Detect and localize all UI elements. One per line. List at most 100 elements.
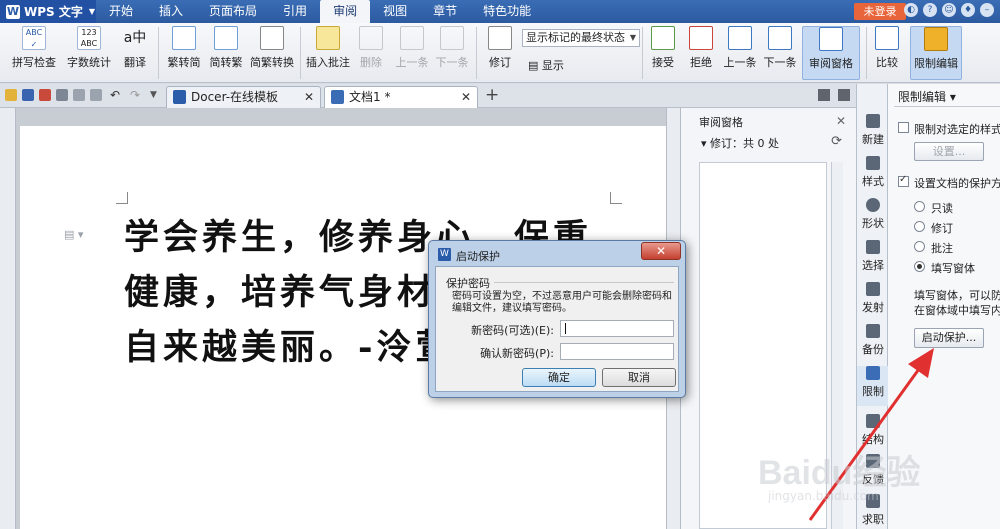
tab-review[interactable]: 审阅 <box>320 0 371 23</box>
tab-section[interactable]: 章节 <box>420 0 470 23</box>
next-revision-button[interactable]: 下一条 <box>762 26 798 80</box>
panel-title[interactable]: 限制编辑 ▾ <box>898 88 956 105</box>
new-password-field[interactable] <box>560 320 674 337</box>
prev-comment-icon <box>400 26 424 50</box>
chevron-down-icon: ▼ <box>88 7 96 16</box>
spell-check-button[interactable]: ABC ✓ 拼写检查 <box>8 26 60 80</box>
tab-features[interactable]: 特色功能 <box>470 0 544 23</box>
chevron-down-icon: ▼ <box>629 33 636 42</box>
close-icon[interactable]: ✕ <box>836 114 846 128</box>
prev-revision-button[interactable]: 上一条 <box>722 26 758 80</box>
tab-page-layout[interactable]: 页面布局 <box>196 0 270 23</box>
select-icon <box>866 240 880 254</box>
help-icon[interactable]: ? <box>923 3 937 17</box>
new-tab-icon[interactable]: + <box>485 85 499 105</box>
dialog-body: 保护密码 密码可设置为空，不过恶意用户可能会删除密码和编辑文件，建议填写密码。 … <box>435 266 679 392</box>
cancel-button[interactable]: 取消 <box>602 368 676 387</box>
sidebar-item-send[interactable]: 发射 <box>857 282 889 322</box>
divider <box>476 27 477 79</box>
new-doc-icon <box>866 114 880 128</box>
format-painter-icon[interactable] <box>90 89 102 101</box>
confirm-password-label: 确认新密码(P): <box>480 347 554 360</box>
delete-comment-button[interactable]: 删除 <box>355 26 387 80</box>
minimize-icon[interactable]: – <box>980 3 994 17</box>
tab-references[interactable]: 引用 <box>270 0 320 23</box>
sidebar-item-style[interactable]: 样式 <box>857 156 889 196</box>
preview-icon[interactable] <box>73 89 85 101</box>
word-count-button[interactable]: 123 ABC 字数统计 <box>66 26 112 80</box>
reject-button[interactable]: 拒绝 <box>684 26 718 80</box>
undo-icon[interactable]: ↶ <box>110 89 122 101</box>
save-icon[interactable] <box>22 89 34 101</box>
tab-insert[interactable]: 插入 <box>146 0 196 23</box>
close-icon[interactable]: ✕ <box>304 87 314 107</box>
dialog-close-button[interactable]: ✕ <box>641 242 681 260</box>
radio-readonly[interactable] <box>914 201 925 212</box>
radio-comment[interactable] <box>914 241 925 252</box>
simp-to-trad-button[interactable]: 简转繁 <box>206 26 246 80</box>
print-icon[interactable] <box>56 89 68 101</box>
prev-comment-button[interactable]: 上一条 <box>394 26 430 80</box>
sidebar-item-select[interactable]: 选择 <box>857 240 889 280</box>
pdf-icon[interactable] <box>39 89 51 101</box>
title-bar: W WPS 文字 ▼ 开始 插入 页面布局 引用 审阅 视图 章节 特色功能 未… <box>0 0 1000 23</box>
readonly-label: 只读 <box>931 202 953 215</box>
document-tab-bar: ↶ ↷ ▼ Docer-在线模板 ✕ 文档1 * ✕ + <box>0 84 856 108</box>
document-icon <box>331 90 344 104</box>
skin-icon[interactable]: ◐ <box>904 3 918 17</box>
set-protection-checkbox[interactable] <box>898 174 909 187</box>
translate-button[interactable]: a中 翻译 <box>118 26 152 80</box>
tab-view[interactable]: 视图 <box>370 0 420 23</box>
next-comment-icon <box>440 26 464 50</box>
radio-revise[interactable] <box>914 221 925 232</box>
fill-form-label: 填写窗体 <box>931 262 975 275</box>
markup-state-select[interactable]: 显示标记的最终状态 ▼ <box>522 29 640 47</box>
show-button[interactable]: ▤ 显示 <box>528 57 564 73</box>
reject-icon <box>689 26 713 50</box>
watermark-brand: Baidu经验 <box>758 454 921 492</box>
dialog-title: 启动保护 <box>456 250 500 263</box>
customize-icon[interactable]: ▼ <box>150 89 162 101</box>
redo-icon[interactable]: ↷ <box>130 89 142 101</box>
confirm-password-field[interactable] <box>560 343 674 360</box>
review-pane-title: 审阅窗格 <box>699 116 743 129</box>
accept-button[interactable]: 接受 <box>646 26 680 80</box>
group-title: 保护密码 <box>446 277 490 290</box>
app-menu-button[interactable]: W WPS 文字 ▼ <box>0 0 96 23</box>
shape-icon <box>866 198 880 212</box>
restrict-edit-button[interactable]: 限制编辑 <box>910 26 962 80</box>
text-caret <box>565 323 566 334</box>
sidebar-item-shape[interactable]: 形状 <box>857 198 889 238</box>
convert-button[interactable]: 简繁转换 <box>248 26 296 80</box>
next-comment-button[interactable]: 下一条 <box>434 26 470 80</box>
tab-home[interactable]: 开始 <box>96 0 146 23</box>
review-pane-button[interactable]: 审阅窗格 <box>802 26 860 80</box>
divider <box>494 282 674 283</box>
radio-fill-form[interactable] <box>914 261 925 272</box>
settings-button[interactable]: 设置... <box>914 142 984 161</box>
shirt-icon[interactable]: ♦ <box>961 3 975 17</box>
backup-icon <box>866 324 880 338</box>
feedback-icon[interactable]: ☺ <box>942 3 956 17</box>
compare-button[interactable]: 比较 <box>872 26 902 80</box>
revise-button[interactable]: 修订 <box>482 26 518 80</box>
tab-docer-template[interactable]: Docer-在线模板 ✕ <box>166 86 321 108</box>
limit-format-checkbox[interactable] <box>898 122 909 133</box>
insert-comment-button[interactable]: 插入批注 <box>305 26 351 80</box>
show-icon: ▤ <box>528 59 542 72</box>
compare-icon <box>875 26 899 50</box>
pane-close-icon[interactable] <box>838 89 850 101</box>
sidebar-item-new[interactable]: 新建 <box>857 114 889 154</box>
ok-button[interactable]: 确定 <box>522 368 596 387</box>
open-icon[interactable] <box>5 89 17 101</box>
window-controls: ◐ ? ☺ ♦ – <box>904 3 994 17</box>
close-icon[interactable]: ✕ <box>461 87 471 107</box>
tab-document1[interactable]: 文档1 * ✕ <box>324 86 478 108</box>
style-icon <box>866 156 880 170</box>
start-protection-dialog: W 启动保护 ✕ 保护密码 密码可设置为空，不过恶意用户可能会删除密码和编辑文件… <box>428 240 686 398</box>
pane-menu-icon[interactable] <box>818 89 830 101</box>
wps-logo-icon: W <box>6 4 20 19</box>
refresh-icon[interactable]: ⟳ <box>831 134 842 149</box>
trad-to-simp-button[interactable]: 繁转简 <box>164 26 204 80</box>
login-button[interactable]: 未登录 <box>854 3 906 20</box>
